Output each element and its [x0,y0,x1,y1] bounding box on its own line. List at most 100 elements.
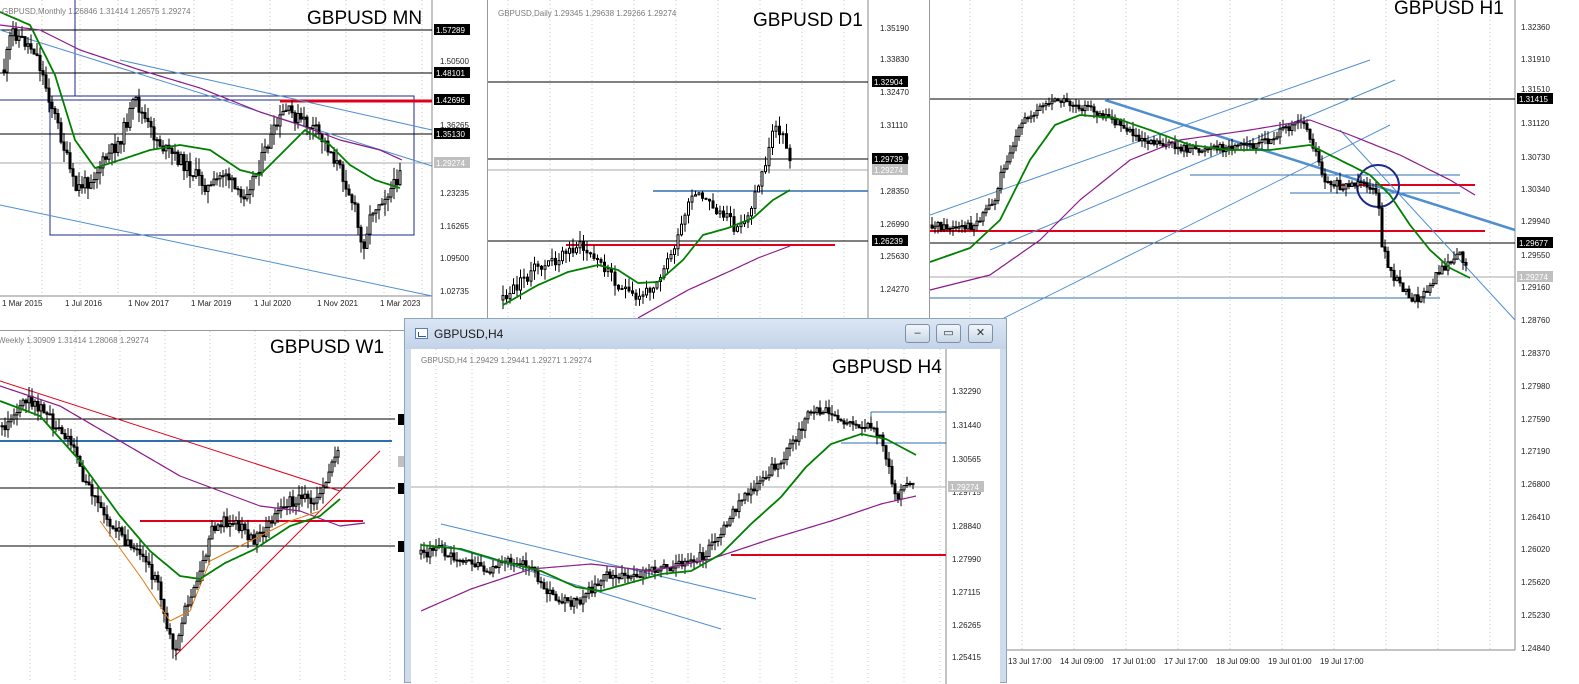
candle-bull [686,560,690,563]
chart-panel-w1[interactable]: GBPUSD,Weekly 1.30909 1.31414 1.28068 1.… [0,330,404,683]
chart-title-h4: GBPUSD H4 [832,357,942,378]
candle-bear [635,573,639,578]
candle-bull [398,170,402,186]
candle-bull [1002,168,1006,173]
candle-bull [192,586,196,598]
candle-bear [84,480,88,483]
price-label: 1.32360 [1521,23,1550,32]
chart-h4-canvas[interactable]: 1.322901.314401.305651.297151.288401.279… [411,349,1000,684]
candle-bull [722,524,726,535]
candle-bull [821,412,825,415]
candle-bear [788,147,792,162]
chart-panel-mn[interactable]: 1.572891.505001.481011.426961.362651.351… [0,0,487,322]
candle-bear [36,400,40,412]
price-tag-label: 1.29274 [1519,273,1548,282]
candle-bull [725,213,729,218]
candle-bear [1221,144,1225,153]
candle-bull [204,555,208,561]
candle-bear [306,493,310,499]
price-label: 1.28370 [1521,349,1550,358]
candle-bear [536,570,540,582]
candle-bear [1377,192,1381,209]
price-label: 1.25620 [1521,578,1550,587]
candle-bull [620,572,624,580]
candle-bear [74,175,78,191]
candle-bull [1116,119,1120,126]
candle-bull [764,165,767,173]
candle-bear [485,570,489,573]
chart-mn-canvas[interactable]: 1.572891.505001.481011.426961.362651.351… [0,0,487,322]
chart-w1-canvas[interactable] [0,331,404,683]
candle-bull [1017,127,1021,137]
candle-bull [206,184,210,192]
candle-bull [669,253,673,260]
candle-bull [1428,285,1432,293]
candle-bull [122,121,126,145]
time-label: 1 Mar 2019 [191,299,232,308]
candle-bear [1332,184,1336,187]
minimize-button[interactable]: – [905,324,930,343]
chart-panel-d1[interactable]: 1.351901.338301.324701.311101.297501.283… [487,0,929,318]
candle-bull [449,552,453,558]
h4-chart-window[interactable]: GBPUSD,H4 – ▭ ✕ 1.32290 1.31440 1.30565 1.2… [404,318,1007,684]
candle-bear [72,444,76,448]
candle-bear [778,125,781,136]
candle-bear [80,184,84,189]
candle-bear [1464,261,1468,266]
candle-bull [1140,137,1144,142]
candle-bull [629,575,633,579]
price-tag-label: 1.35130 [436,130,465,139]
candle-bull [1236,144,1240,147]
chart-d1-canvas[interactable]: 1.351901.338301.324701.311101.297501.283… [488,0,929,318]
candle-bull [491,565,495,574]
candle-bear [482,565,486,572]
candle-bull [66,435,70,440]
candle-bear [613,271,617,286]
candle-bull [131,99,135,109]
candle-bear [1095,111,1099,117]
candle-bear [347,188,351,196]
candle-bull [704,556,708,561]
candle-bear [1047,103,1051,106]
candle-bear [842,420,846,425]
price-label: 1.29160 [1521,283,1550,292]
price-label: 1.31120 [1521,119,1550,128]
candle-bull [1176,146,1180,150]
trendline [0,204,433,297]
candle-bear [86,177,90,189]
h4-window-titlebar[interactable]: GBPUSD,H4 – ▭ ✕ [405,319,1006,349]
candle-bear [1449,261,1453,264]
h4-chart-area[interactable]: 1.32290 1.31440 1.30565 1.29715 1.28840 1.279… [411,349,1000,684]
chart-panel-h1[interactable]: 1.32360 1.31910 1.31510 1.31120 1.30730 1.303… [929,0,1579,683]
candle-bear [359,226,363,243]
candle-bear [560,601,564,604]
candle-bull [806,411,810,420]
price-label: 1.28760 [1521,316,1550,325]
restore-button[interactable]: ▭ [936,324,961,343]
price-label: 1.24840 [1521,644,1550,653]
candle-bull [680,223,683,236]
candle-bear [53,108,57,115]
candle-bear [96,495,100,504]
close-button[interactable]: ✕ [968,324,993,343]
candle-bear [648,287,652,293]
chart-h1-canvas[interactable]: 1.32360 1.31910 1.31510 1.31120 1.30730 1.303… [930,0,1579,683]
candle-bear [1143,137,1147,142]
candle-bull [209,184,213,187]
candle-bull [848,421,852,424]
candle-bear [47,87,51,103]
candle-bear [830,413,834,416]
candle-bear [93,495,97,498]
candle-bull [788,443,792,449]
candle-bull [737,500,741,513]
price-label: 1.25415 [952,653,981,662]
candle-bear [1410,297,1414,302]
price-label: 1.28840 [952,522,981,531]
price-label: 1.26410 [1521,513,1550,522]
trendline-red [0,380,341,492]
candle-bear [225,516,229,528]
candle-bull [1458,251,1462,255]
candle-bull [8,35,12,50]
candle-bull [1155,140,1159,145]
candle-bull [467,559,471,562]
